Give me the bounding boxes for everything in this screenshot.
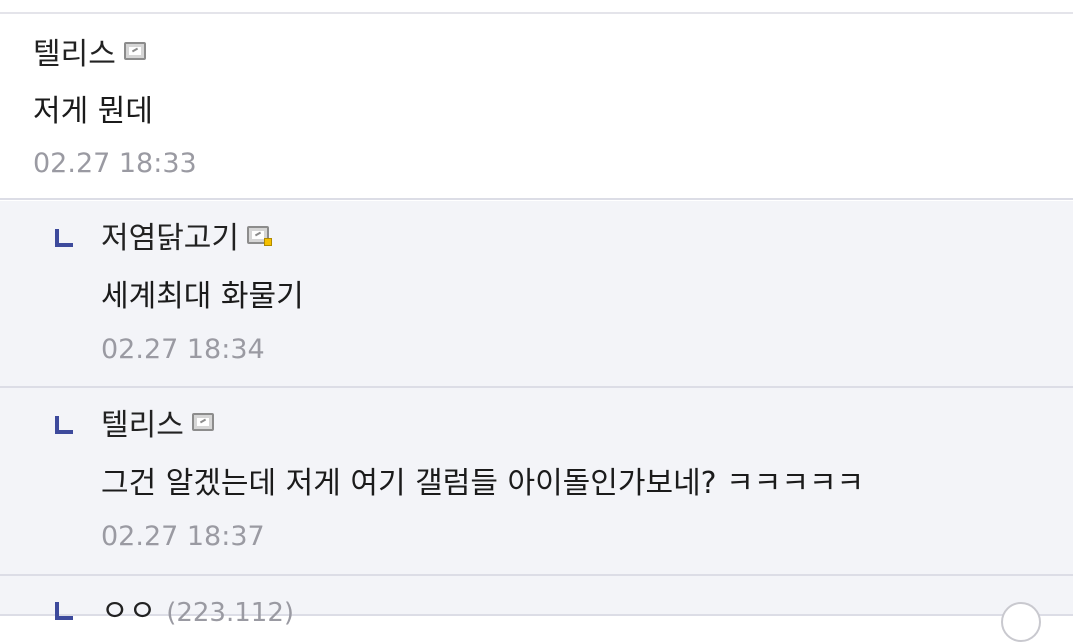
- reply-item: 저염닭고기 세계최대 화물기 02.27 18:34: [0, 201, 1073, 388]
- reply-item: ㅇㅇ (223.112): [0, 576, 1073, 642]
- delete-button[interactable]: [1001, 602, 1041, 642]
- reply-text: 세계최대 화물기: [101, 279, 304, 314]
- gallog-icon[interactable]: [191, 413, 216, 433]
- comment-item: 텔리스 저게 뭔데 02.27 18:33: [0, 14, 1073, 200]
- author-name[interactable]: 텔리스: [101, 408, 184, 443]
- comment-text: 저게 뭔데: [33, 94, 153, 129]
- reply-date: 02.27 18:37: [101, 521, 265, 552]
- comment-author[interactable]: 텔리스: [33, 37, 148, 73]
- reply-author[interactable]: 저염닭고기: [101, 221, 272, 257]
- reply-author[interactable]: 텔리스: [101, 408, 216, 444]
- reply-arrow-icon: [55, 229, 73, 247]
- reply-arrow-icon: [55, 602, 73, 620]
- reply-author[interactable]: ㅇㅇ (223.112): [101, 594, 294, 631]
- author-ip: (223.112): [166, 598, 295, 628]
- comment-date: 02.27 18:33: [33, 148, 197, 179]
- reply-arrow-icon: [55, 416, 73, 434]
- reply-item: 텔리스 그건 알겠는데 저게 여기 갤럼들 아이돌인가보네? ㅋㅋㅋㅋㅋ 02.…: [0, 388, 1073, 576]
- gallog-icon[interactable]: [123, 42, 148, 62]
- reply-date: 02.27 18:34: [101, 334, 265, 365]
- author-name[interactable]: 저염닭고기: [101, 221, 239, 256]
- author-name[interactable]: 텔리스: [33, 37, 116, 72]
- gallog-fixed-icon[interactable]: [247, 226, 272, 246]
- reply-text: 그건 알겠는데 저게 여기 갤럼들 아이돌인가보네? ㅋㅋㅋㅋㅋ: [101, 466, 865, 501]
